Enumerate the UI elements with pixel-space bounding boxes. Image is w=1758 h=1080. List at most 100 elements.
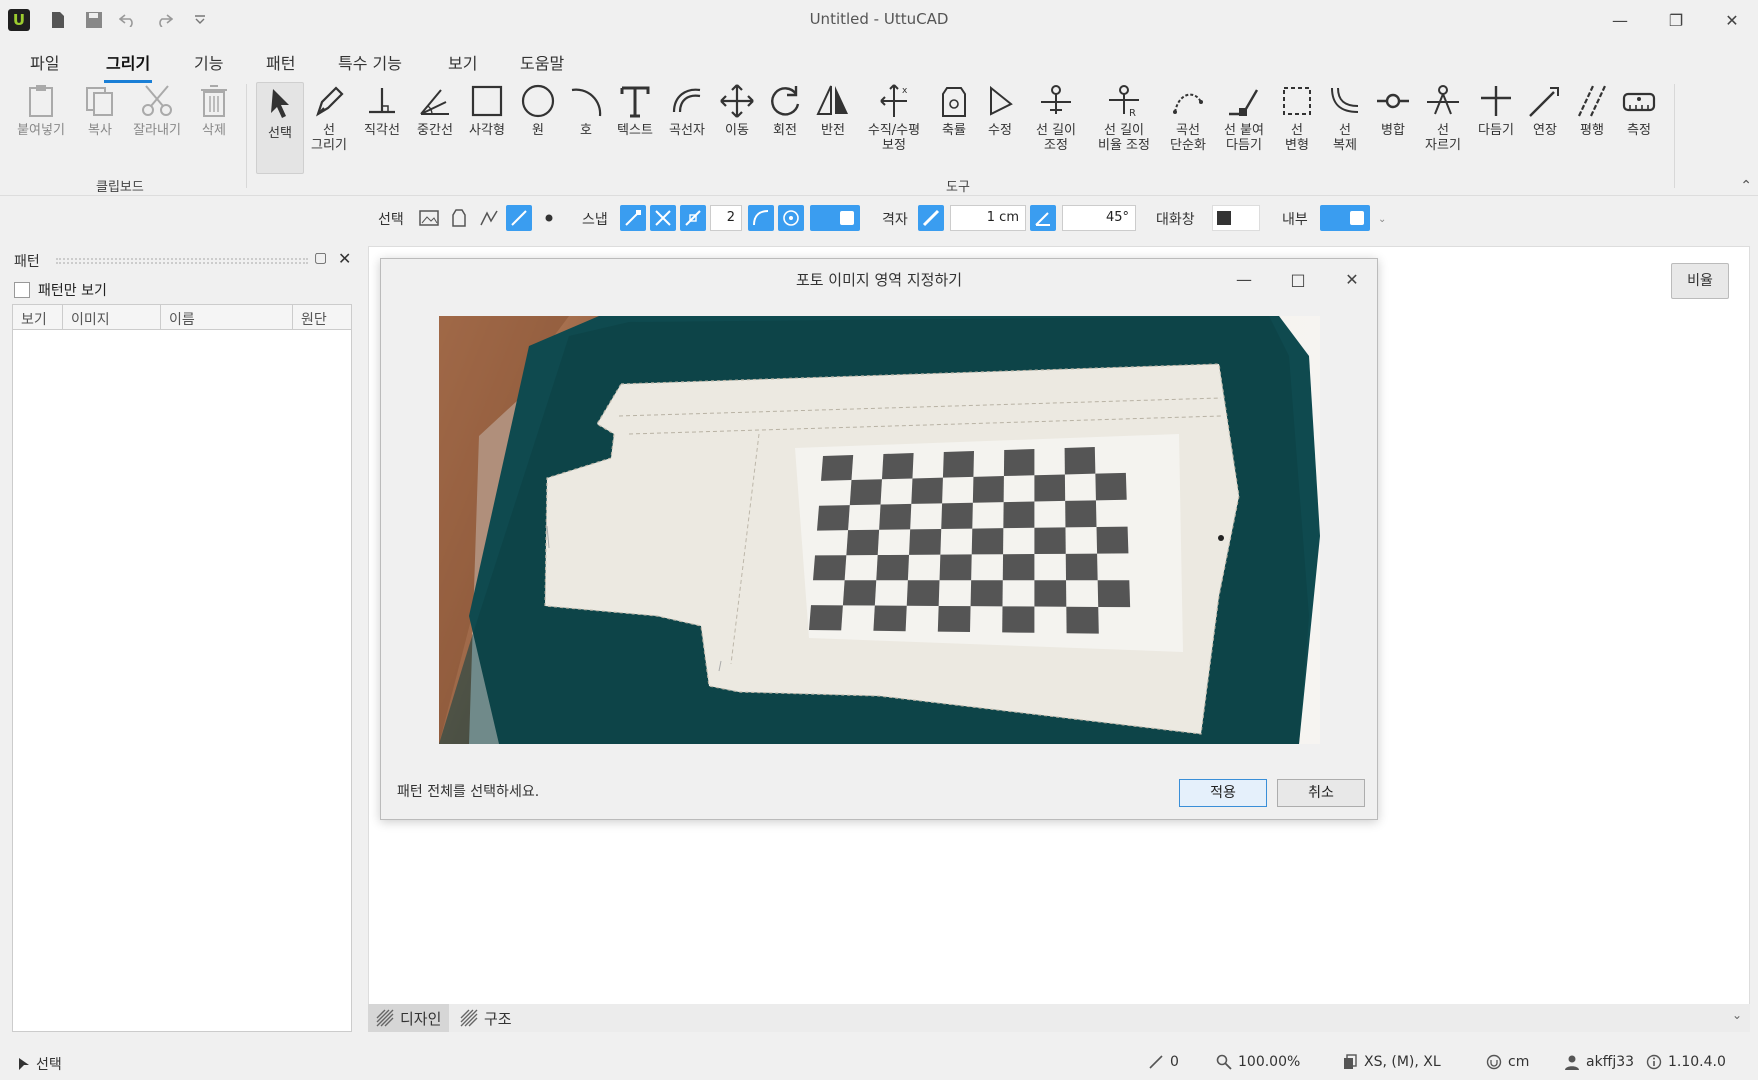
snap-endpoint-icon[interactable] (620, 205, 646, 231)
checker-square (821, 455, 854, 481)
pattern-photo[interactable] (439, 316, 1320, 744)
tool-move[interactable]: 이동 (714, 82, 760, 138)
col-name[interactable]: 이름 (161, 305, 293, 329)
tool-circle[interactable]: 원 (514, 82, 562, 138)
snap-midpoint-icon[interactable] (680, 205, 706, 231)
cut-label: 잘라내기 (133, 123, 181, 138)
status-zoom[interactable]: 100.00% (1216, 1054, 1300, 1070)
cancel-button[interactable]: 취소 (1277, 779, 1365, 807)
select-image-icon[interactable] (416, 205, 442, 231)
panel-grip[interactable] (56, 258, 308, 264)
patterns-only-checkbox[interactable] (14, 282, 30, 298)
angle-bisector-icon (420, 89, 449, 115)
cut-button[interactable]: 잘라내기 (126, 82, 188, 138)
sizes-icon (1344, 1054, 1357, 1069)
panel-close-icon[interactable]: ✕ (338, 249, 351, 268)
tool-attach-trim[interactable]: 선 붙여 다듬기 (1216, 82, 1272, 153)
angle-field[interactable]: 45° (1062, 205, 1136, 231)
menu-file[interactable]: 파일 (30, 50, 59, 74)
tool-curve-ruler[interactable]: 곡선자 (662, 82, 712, 138)
select-line-icon[interactable] (506, 205, 532, 231)
grid-ruler-icon[interactable] (918, 205, 944, 231)
tool-line-duplicate[interactable]: 선 복제 (1322, 82, 1368, 153)
status-line-count: 0 (1170, 1054, 1179, 1070)
close-icon[interactable]: ✕ (1712, 6, 1752, 34)
tool-rectangle[interactable]: 사각형 (462, 82, 512, 138)
tool-line-ratio-label-1: 선 길이 (1103, 123, 1144, 138)
dialog-close-icon[interactable]: ✕ (1337, 267, 1367, 291)
tool-rotate[interactable]: 회전 (762, 82, 808, 138)
tool-draw-line[interactable]: 선 그리기 (306, 82, 352, 153)
select-pattern-icon[interactable] (446, 205, 472, 231)
status-version[interactable]: 1.10.4.0 (1646, 1054, 1726, 1070)
tool-line-length-ratio[interactable]: R 선 길이 비율 조정 (1090, 82, 1158, 153)
tool-select[interactable]: 선택 (256, 82, 304, 174)
photo-region-dialog: 포토 이미지 영역 지정하기 — □ ✕ 패턴 전체를 선택하세요. 적용 취소 (380, 258, 1378, 820)
apply-button[interactable]: 적용 (1179, 779, 1267, 807)
tool-curve-simplify[interactable]: 곡선 단순화 (1162, 82, 1214, 153)
line-cut-icon (1427, 85, 1459, 115)
window-title: Untitled - UttuCAD (809, 10, 949, 28)
tab-structure[interactable]: 구조 (452, 1004, 520, 1032)
pin-icon[interactable]: ▢ (314, 250, 327, 266)
pattern-list[interactable] (12, 304, 352, 1032)
col-image[interactable]: 이미지 (63, 305, 161, 329)
menu-special[interactable]: 특수 기능 (338, 50, 402, 74)
checker-square (970, 580, 1003, 607)
tool-parallel[interactable]: 평행 (1570, 82, 1614, 138)
delete-button[interactable]: 삭제 (192, 82, 236, 138)
line-ratio-icon: R (1109, 85, 1139, 119)
tool-bisector[interactable]: 중간선 (410, 82, 460, 138)
ratio-button[interactable]: 비율 (1671, 263, 1729, 299)
tool-edit[interactable]: 수정 (978, 82, 1022, 138)
minimize-icon[interactable]: — (1600, 6, 1640, 34)
tool-trim[interactable]: 다듬기 (1472, 82, 1520, 138)
options-overflow-icon[interactable]: ⌄ (1378, 214, 1386, 225)
status-sizes[interactable]: XS, (M), XL (1342, 1054, 1441, 1070)
col-view[interactable]: 보기 (13, 305, 63, 329)
tool-merge[interactable]: 병합 (1370, 82, 1416, 138)
tool-extend[interactable]: 연장 (1522, 82, 1568, 138)
tool-parallel-label: 평행 (1580, 123, 1604, 138)
grid-size-field[interactable]: 1 cm (950, 205, 1026, 231)
panel-title: 패턴 (14, 254, 40, 270)
tool-line-cut-label-2: 자르기 (1425, 138, 1461, 153)
menu-draw[interactable]: 그리기 (103, 50, 153, 83)
tool-vertical-horizontal-correct[interactable]: x 수직/수평 보정 (858, 82, 930, 153)
tab-design[interactable]: 디자인 (368, 1004, 450, 1032)
menu-pattern[interactable]: 패턴 (266, 50, 295, 74)
copy-button[interactable]: 복사 (76, 82, 124, 138)
tool-shrink[interactable]: 축률 (932, 82, 976, 138)
menu-function[interactable]: 기능 (194, 50, 223, 74)
tool-line-cut[interactable]: 선 자르기 (1418, 82, 1468, 153)
tool-arc[interactable]: 호 (564, 82, 608, 138)
snap-curve-icon[interactable] (748, 205, 774, 231)
tabs-chevron-icon[interactable]: ⌄ (1732, 1008, 1742, 1022)
snap-toggle[interactable] (810, 205, 860, 231)
tool-mirror[interactable]: 반전 (810, 82, 856, 138)
restore-icon[interactable]: ❐ (1656, 6, 1696, 34)
angle-icon[interactable] (1030, 205, 1056, 231)
menu-help[interactable]: 도움말 (520, 50, 564, 74)
snap-center-icon[interactable] (778, 205, 804, 231)
dialog-maximize-icon[interactable]: □ (1283, 267, 1313, 291)
tool-perpendicular[interactable]: 직각선 (356, 82, 408, 138)
tool-measure[interactable]: 측정 (1616, 82, 1662, 138)
tool-line-length-adjust[interactable]: 선 길이 조정 (1026, 82, 1086, 153)
col-fabric[interactable]: 원단 (293, 305, 351, 329)
tool-line-transform[interactable]: 선 변형 (1274, 82, 1320, 153)
snap-count-field[interactable]: 2 (710, 205, 742, 231)
menu-view[interactable]: 보기 (448, 50, 477, 74)
select-curve-icon[interactable] (476, 205, 502, 231)
select-mode-label: 선택 (378, 212, 404, 228)
snap-intersection-icon[interactable] (650, 205, 676, 231)
select-point-icon[interactable] (536, 205, 562, 231)
paste-button[interactable]: 붙여넣기 (10, 82, 72, 138)
status-unit[interactable]: cm (1486, 1054, 1529, 1070)
collapse-ribbon-icon[interactable]: ⌃ (1740, 178, 1752, 194)
dialog-minimize-icon[interactable]: — (1229, 267, 1259, 291)
dialog-window-toggle[interactable] (1212, 205, 1260, 231)
inner-toggle[interactable] (1320, 205, 1370, 231)
tool-text[interactable]: 텍스트 (610, 82, 660, 138)
status-user[interactable]: akffj33 (1564, 1054, 1634, 1070)
